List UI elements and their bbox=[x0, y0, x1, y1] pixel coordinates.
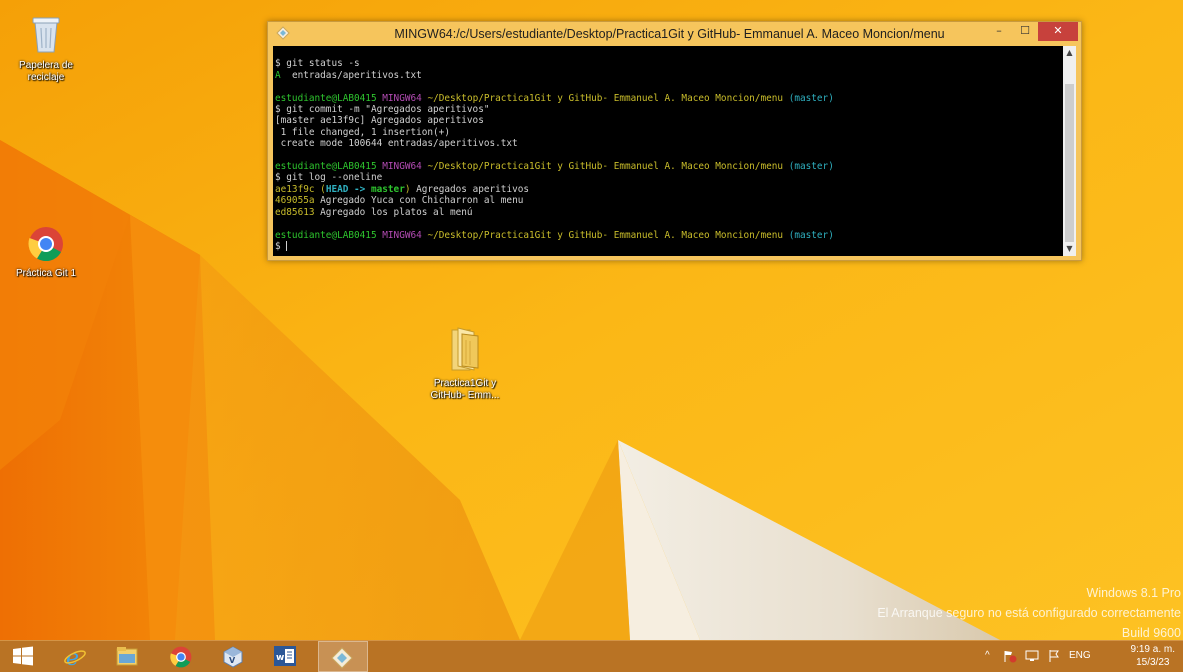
virtualbox-icon: V bbox=[223, 646, 243, 668]
terminal-line: 1 file changed, 1 insertion(+) bbox=[275, 126, 450, 138]
taskbar-virtualbox[interactable]: V bbox=[210, 641, 256, 672]
project-folder-desktop-icon[interactable]: Practica1Git y GitHub- Emm... bbox=[427, 326, 503, 402]
window-title: MINGW64:/c/Users/estudiante/Desktop/Prac… bbox=[394, 27, 945, 41]
windows-watermark: Windows 8.1 Pro El Arranque seguro no es… bbox=[877, 583, 1181, 640]
clock-time: 9:19 a. m. bbox=[1130, 644, 1175, 655]
svg-text:w: w bbox=[276, 653, 284, 663]
git-bash-icon bbox=[331, 647, 353, 669]
recycle-bin-label-line2: reciclaje bbox=[27, 72, 65, 83]
terminal-line: create mode 100644 entradas/aperitivos.t… bbox=[275, 138, 518, 150]
chrome-icon bbox=[170, 646, 192, 668]
clock-date: 15/3/23 bbox=[1136, 657, 1170, 668]
taskbar: e V w ^ ENG 9:19 a. m. 15/3/23 bbox=[0, 640, 1183, 672]
terminal-line: $ git log --oneline bbox=[275, 172, 383, 184]
language-indicator[interactable]: ENG bbox=[1069, 650, 1091, 661]
minimize-button[interactable]: – bbox=[986, 22, 1012, 41]
terminal-line: A entradas/aperitivos.txt bbox=[275, 69, 422, 81]
command-input-line[interactable]: $ bbox=[275, 241, 1060, 252]
terminal-line: $ git status -s bbox=[275, 58, 360, 70]
terminal-output[interactable]: $ git status -s A entradas/aperitivos.txt… bbox=[273, 46, 1076, 256]
prompt-line: estudiante@LAB0415 MINGW64 ~/Desktop/Pra… bbox=[275, 92, 834, 104]
desktop: Papelera de reciclaje Práctica Git 1 Pra… bbox=[0, 0, 1183, 640]
tray-overflow-chevron-icon[interactable]: ^ bbox=[985, 650, 990, 661]
folder-label-line1: Practica1Git y bbox=[433, 378, 497, 389]
window-titlebar[interactable]: MINGW64:/c/Users/estudiante/Desktop/Prac… bbox=[268, 22, 1081, 46]
scroll-down-arrow-icon[interactable]: ▼ bbox=[1063, 242, 1076, 256]
git-log-entry: 469055a Agregado Yuca con Chicharron al … bbox=[275, 195, 524, 207]
taskbar-file-explorer[interactable] bbox=[104, 641, 150, 672]
folder-label-line2: GitHub- Emm... bbox=[430, 390, 500, 401]
file-explorer-icon bbox=[116, 647, 138, 666]
git-bash-window[interactable]: MINGW64:/c/Users/estudiante/Desktop/Prac… bbox=[267, 21, 1082, 261]
internet-explorer-icon: e bbox=[64, 646, 86, 668]
flag-icon[interactable] bbox=[1047, 649, 1061, 666]
maximize-button[interactable]: ☐ bbox=[1012, 22, 1038, 41]
taskbar-chrome[interactable] bbox=[158, 641, 204, 672]
terminal-line: [master ae13f9c] Agregados aperitivos bbox=[275, 115, 484, 127]
windows-logo-icon bbox=[13, 646, 33, 666]
network-icon[interactable] bbox=[1025, 649, 1039, 666]
system-tray: ^ ENG 9:19 a. m. 15/3/23 bbox=[963, 641, 1183, 672]
recycle-bin-label-line1: Papelera de bbox=[19, 60, 73, 71]
action-center-flag-warning-icon[interactable] bbox=[1003, 649, 1017, 666]
taskbar-git-bash[interactable] bbox=[318, 641, 368, 672]
watermark-edition: Windows 8.1 Pro bbox=[1086, 586, 1181, 600]
git-log-entry: ae13f9c (HEAD -> master) Agregados aperi… bbox=[275, 183, 530, 195]
terminal-line: $ git commit -m "Agregados aperitivos" bbox=[275, 104, 490, 116]
chrome-shortcut-label: Práctica Git 1 bbox=[15, 268, 77, 279]
close-button[interactable]: ✕ bbox=[1038, 22, 1078, 41]
watermark-build: Build 9600 bbox=[1121, 626, 1181, 640]
folder-icon bbox=[451, 327, 479, 371]
scroll-up-arrow-icon[interactable]: ▲ bbox=[1063, 46, 1076, 60]
taskbar-internet-explorer[interactable]: e bbox=[52, 641, 98, 672]
taskbar-word[interactable]: w bbox=[262, 641, 308, 672]
svg-text:V: V bbox=[229, 656, 236, 665]
recycle-bin-icon bbox=[32, 17, 60, 53]
git-log-entry: ed85613 Agregado los platos al menú bbox=[275, 206, 473, 218]
terminal-scrollbar[interactable]: ▲ ▼ bbox=[1063, 46, 1076, 256]
word-icon: w bbox=[274, 646, 296, 666]
clock[interactable]: 9:19 a. m. 15/3/23 bbox=[1131, 643, 1175, 669]
chrome-icon bbox=[28, 227, 63, 262]
scrollbar-thumb[interactable] bbox=[1065, 84, 1074, 242]
text-cursor bbox=[286, 241, 288, 252]
prompt-line: estudiante@LAB0415 MINGW64 ~/Desktop/Pra… bbox=[275, 229, 834, 241]
chrome-shortcut-desktop-icon[interactable]: Práctica Git 1 bbox=[8, 226, 84, 280]
watermark-secure-boot: El Arranque seguro no está configurado c… bbox=[877, 606, 1181, 620]
prompt-line: estudiante@LAB0415 MINGW64 ~/Desktop/Pra… bbox=[275, 161, 834, 173]
recycle-bin-desktop-icon[interactable]: Papelera de reciclaje bbox=[8, 14, 84, 84]
start-button[interactable] bbox=[0, 641, 46, 672]
